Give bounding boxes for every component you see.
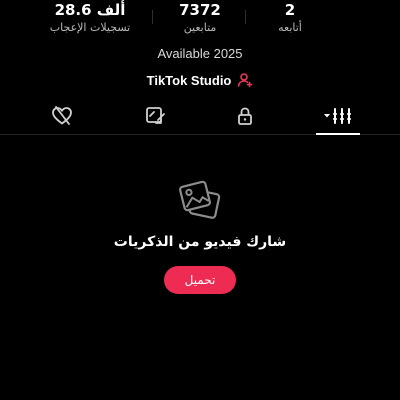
active-tab-indicator bbox=[316, 133, 360, 135]
user-add-icon bbox=[237, 72, 253, 88]
likes-count: 28.6 ألف bbox=[54, 1, 126, 19]
likes-label: تسجيلات الإعجاب bbox=[49, 21, 131, 34]
reposts-icon bbox=[144, 106, 166, 130]
profile-bio: Available 2025 bbox=[157, 46, 243, 61]
photos-icon bbox=[179, 180, 221, 222]
heart-hidden-icon bbox=[51, 106, 73, 130]
profile-tabs bbox=[0, 100, 400, 135]
likes-stat[interactable]: 28.6 ألف تسجيلات الإعجاب bbox=[35, 0, 145, 35]
lock-icon bbox=[235, 106, 255, 130]
tab-liked[interactable] bbox=[32, 106, 92, 130]
tiktok-studio-link[interactable]: TikTok Studio bbox=[0, 70, 400, 90]
profile-stats: 28.6 ألف تسجيلات الإعجاب 7372 متابعين 2 … bbox=[0, 0, 400, 40]
empty-state bbox=[0, 180, 400, 226]
empty-state-message: شارك فيديو من الذكريات bbox=[113, 234, 287, 250]
videos-grid-icon bbox=[323, 106, 353, 130]
studio-label: TikTok Studio bbox=[146, 72, 232, 88]
following-stat[interactable]: 2 أتابعه bbox=[235, 0, 345, 35]
tab-private[interactable] bbox=[215, 106, 275, 130]
tab-reposts[interactable] bbox=[125, 106, 185, 130]
following-label: أتابعه bbox=[278, 21, 302, 34]
upload-button[interactable]: تحميل bbox=[164, 266, 236, 294]
tab-videos[interactable] bbox=[308, 106, 368, 130]
following-count: 2 bbox=[284, 1, 296, 19]
